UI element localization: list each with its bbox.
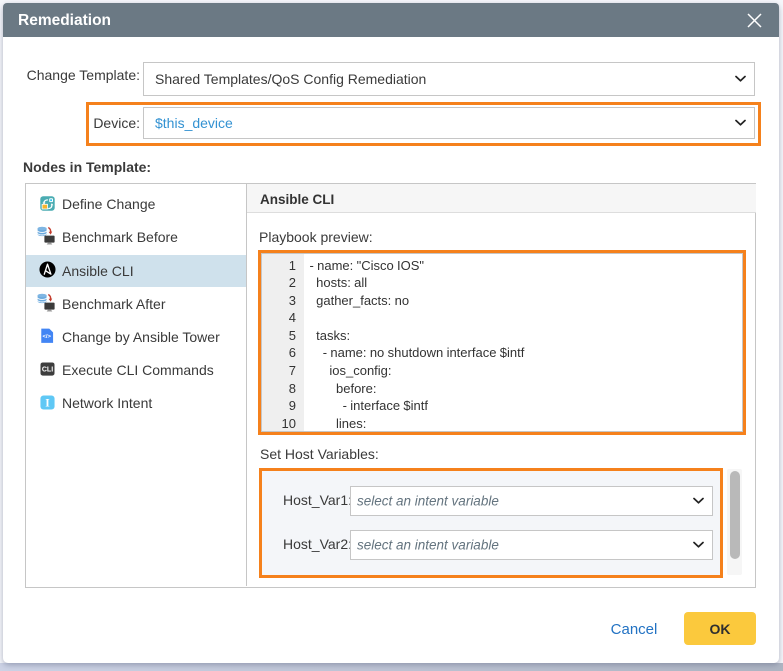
svg-text:I: I (45, 397, 50, 409)
svg-text:CLI: CLI (42, 367, 53, 374)
svg-text:</>: </> (42, 334, 51, 340)
